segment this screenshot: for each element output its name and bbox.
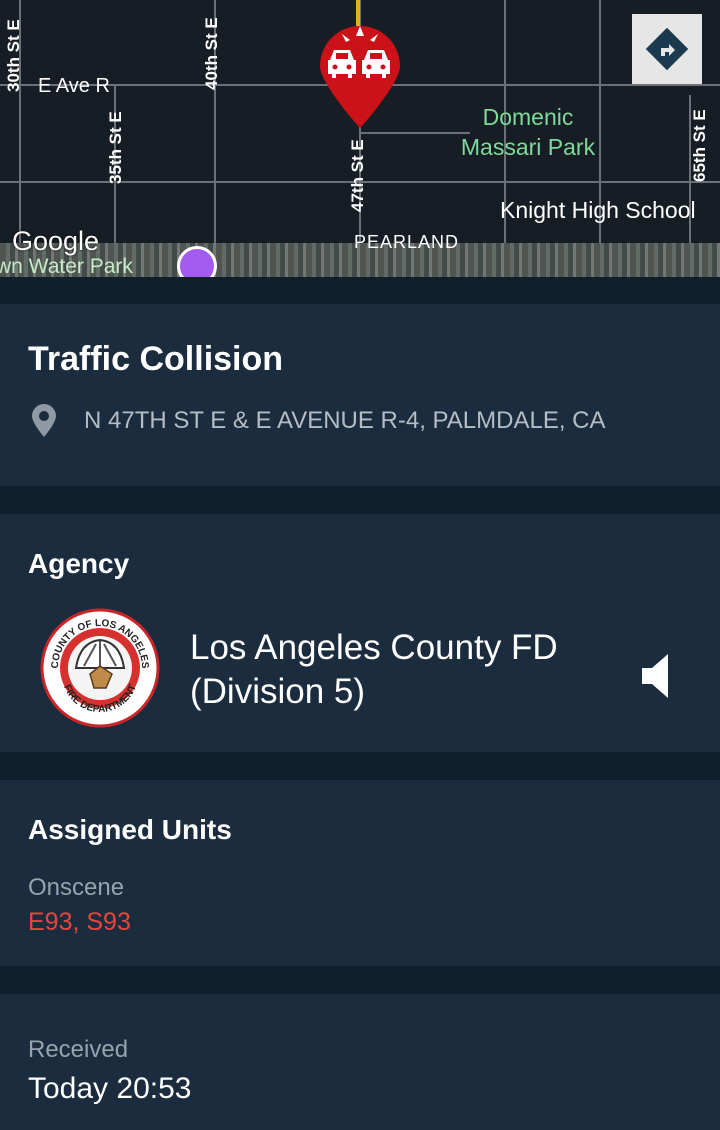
park-label: Domenic Massari Park xyxy=(460,104,596,160)
directions-icon xyxy=(645,27,689,71)
google-logo: Google xyxy=(12,226,100,256)
street-label-35th: 35th St E xyxy=(106,111,125,184)
incident-card: Traffic Collision N 47TH ST E & E AVENUE… xyxy=(0,304,720,486)
car-collision-icon[interactable] xyxy=(316,22,404,130)
street-label-47th: 47th St E xyxy=(348,139,367,212)
incident-title: Traffic Collision xyxy=(28,340,284,378)
fire-department-logo: COUNTY OF LOS ANGELES FIRE DEPARTMENT xyxy=(40,608,160,728)
units-heading: Assigned Units xyxy=(28,814,232,845)
agency-name: Los Angeles County FD (Division 5) xyxy=(190,628,558,711)
street-label-ave-r: E Ave R xyxy=(38,75,110,97)
agency-heading: Agency xyxy=(28,548,130,579)
units-list[interactable]: E93, S93 xyxy=(28,908,131,937)
directions-button[interactable] xyxy=(632,14,702,84)
region-label: PEARLAND xyxy=(354,232,460,252)
received-card: Received Today 20:53 xyxy=(0,994,720,1130)
received-time: Today 20:53 xyxy=(28,1072,192,1105)
units-card: Assigned Units Onscene E93, S93 xyxy=(0,780,720,966)
water-park-label: wn Water Park xyxy=(0,255,133,277)
street-label-30th: 30th St E xyxy=(4,19,23,92)
agency-card: Agency COUNTY OF LOS ANGELES FIRE DEPART… xyxy=(0,514,720,752)
street-label-40th: 40th St E xyxy=(202,17,221,90)
school-label: Knight High School xyxy=(500,197,696,223)
location-pin-icon xyxy=(32,404,56,437)
address-row[interactable]: N 47TH ST E & E AVENUE R-4, PALMDALE, CA xyxy=(30,404,606,438)
incident-address: N 47TH ST E & E AVENUE R-4, PALMDALE, CA xyxy=(84,407,606,434)
speaker-icon[interactable] xyxy=(640,652,670,705)
incident-map[interactable]: 30th St E E Ave R 40th St E 35th St E 47… xyxy=(0,0,720,277)
received-label: Received xyxy=(28,1036,129,1063)
street-label-65th: 65th St E xyxy=(690,109,709,182)
units-status-label: Onscene xyxy=(28,874,125,901)
